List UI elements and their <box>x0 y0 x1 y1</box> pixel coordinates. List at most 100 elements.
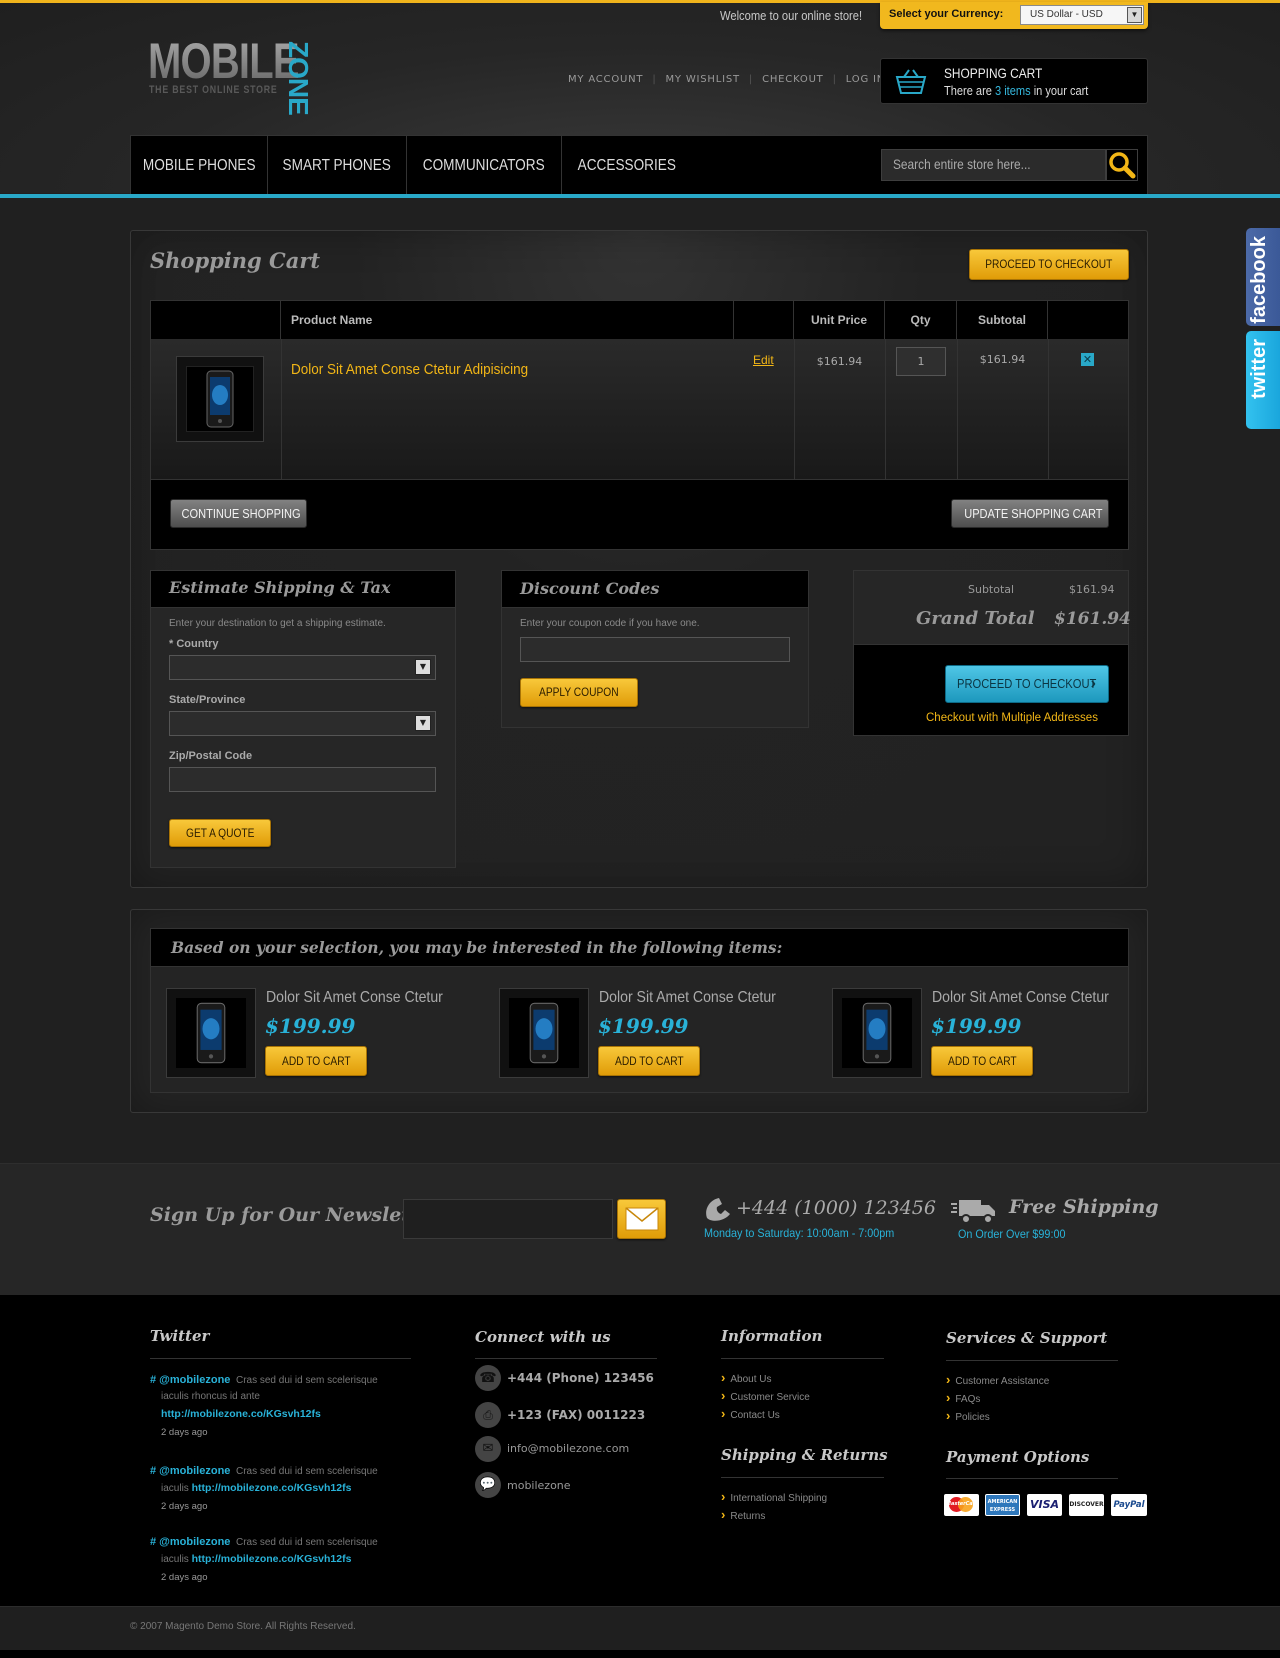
product-price: $199.99 <box>598 1014 689 1038</box>
nav-smart-phones[interactable]: SMART PHONES <box>268 136 407 196</box>
cart-count[interactable]: 3 items <box>995 83 1031 98</box>
mini-cart[interactable]: SHOPPING CART There are 3 items in your … <box>880 58 1148 104</box>
tweet-handle[interactable]: # @mobilezone <box>150 1536 230 1548</box>
logo-text: MOBILE <box>148 33 300 89</box>
product-name-link[interactable]: Dolor Sit Amet Conse Ctetur Adipisicing <box>291 361 528 378</box>
crosssell-item: Dolor Sit Amet Conse Ctetur $199.99 ADD … <box>832 988 1127 1078</box>
tweet-text: Cras sed dui id sem scelerisque <box>235 1466 378 1477</box>
chevron-right-icon: › <box>1090 675 1096 692</box>
connect-title: Connect with us <box>475 1328 611 1346</box>
tweet-time: 2 days ago <box>161 1427 208 1438</box>
product-image[interactable] <box>166 988 256 1078</box>
footer-divider <box>946 1478 1118 1479</box>
tweet-time: 2 days ago <box>161 1572 208 1583</box>
opening-hours: Monday to Saturday: 10:00am - 7:00pm <box>704 1226 895 1240</box>
tweet-text: Cras sed dui id sem scelerisque <box>235 1375 378 1386</box>
add-to-cart-button[interactable]: ADD TO CART <box>265 1046 367 1076</box>
tweet-text-continued: iaculis <box>161 1483 189 1494</box>
currency-select[interactable]: US Dollar - USD ▼ <box>1020 5 1144 25</box>
footer-link-international-shipping[interactable]: International Shipping <box>721 1489 827 1504</box>
email-address[interactable]: info@mobilezone.com <box>507 1442 629 1455</box>
coupon-input[interactable] <box>520 637 790 662</box>
skype-name[interactable]: mobilezone <box>507 1479 571 1492</box>
search-button[interactable] <box>1106 149 1138 181</box>
facebook-tab[interactable]: facebook <box>1246 228 1280 326</box>
tweet-handle[interactable]: # @mobilezone <box>150 1374 230 1386</box>
proceed-checkout-button[interactable]: PROCEED TO CHECKOUT › <box>945 665 1109 703</box>
footer-link-customer-service[interactable]: Customer Service <box>721 1388 809 1403</box>
footer-link-faqs[interactable]: FAQs <box>946 1390 980 1405</box>
free-shipping-subtitle: On Order Over $99:00 <box>958 1227 1066 1241</box>
add-to-cart-button[interactable]: ADD TO CART <box>931 1046 1033 1076</box>
continue-shopping-button[interactable]: CONTINUE SHOPPING <box>170 499 307 528</box>
cart-prefix: There are <box>944 83 992 98</box>
shipping-title: Estimate Shipping & Tax <box>169 578 391 597</box>
proceed-checkout-top-button[interactable]: PROCEED TO CHECKOUT <box>969 249 1129 280</box>
tweet-link[interactable]: http://mobilezone.co/KGsvh12fs <box>161 1408 420 1420</box>
crosssell-item: Dolor Sit Amet Conse Ctetur $199.99 ADD … <box>499 988 809 1078</box>
product-name[interactable]: Dolor Sit Amet Conse Ctetur <box>266 989 443 1007</box>
footer-divider <box>721 1358 884 1359</box>
state-select[interactable]: ▼ <box>169 711 436 736</box>
cart-title: SHOPPING CART <box>944 65 1043 81</box>
country-select[interactable]: ▼ <box>169 655 436 680</box>
multi-address-link[interactable]: Checkout with Multiple Addresses <box>926 712 1098 724</box>
payment-title: Payment Options <box>946 1448 1090 1466</box>
search-input[interactable]: Search entire store here... <box>881 149 1106 181</box>
update-cart-button[interactable]: UPDATE SHOPPING CART <box>951 499 1109 528</box>
my-wishlist-link[interactable]: MY WISHLIST <box>666 74 740 85</box>
footer-link-customer-assistance[interactable]: Customer Assistance <box>946 1372 1049 1387</box>
footer-link-returns[interactable]: Returns <box>721 1507 765 1522</box>
product-name[interactable]: Dolor Sit Amet Conse Ctetur <box>932 989 1109 1007</box>
column-divider <box>1048 339 1049 479</box>
product-image[interactable] <box>499 988 589 1078</box>
column-divider <box>281 339 282 479</box>
truck-icon <box>951 1200 995 1224</box>
remove-item-button[interactable]: ✕ <box>1081 353 1094 366</box>
chevron-down-icon: ▼ <box>415 715 431 731</box>
get-quote-button[interactable]: GET A QUOTE <box>169 819 271 847</box>
product-name[interactable]: Dolor Sit Amet Conse Ctetur <box>599 989 776 1007</box>
free-shipping-title: Free Shipping <box>1009 1196 1159 1218</box>
welcome-message: Welcome to our online store! <box>720 8 863 23</box>
twitter-tab[interactable]: twitter <box>1246 331 1280 429</box>
chevron-down-icon: ▼ <box>415 659 431 675</box>
edit-link[interactable]: Edit <box>753 353 774 367</box>
page-title: Shopping Cart <box>150 248 321 273</box>
nav-mobile-phones[interactable]: MOBILE PHONES <box>131 136 268 196</box>
shipping-returns-title: Shipping & Returns <box>721 1446 888 1464</box>
information-title: Information <box>721 1327 823 1345</box>
qty-input[interactable]: 1 <box>896 347 946 376</box>
nav-accessories[interactable]: ACCESSORIES <box>562 136 692 196</box>
subtotal-value: $161.94 <box>979 353 1026 366</box>
newsletter-email-input[interactable] <box>403 1199 613 1239</box>
tweet-time: 2 days ago <box>161 1501 208 1512</box>
product-image[interactable] <box>832 988 922 1078</box>
discover-icon: DISCOVER <box>1069 1494 1104 1516</box>
twitter-title: Twitter <box>150 1327 210 1345</box>
zip-input[interactable] <box>169 767 436 792</box>
footer-link-policies[interactable]: Policies <box>946 1408 989 1423</box>
newsletter-subscribe-button[interactable] <box>617 1199 666 1239</box>
logo-tagline: THE BEST ONLINE STORE <box>149 84 278 96</box>
tweet-link[interactable]: http://mobilezone.co/KGsvh12fs <box>192 1482 352 1494</box>
tweet-text-continued: iaculis <box>161 1554 189 1565</box>
footer-divider <box>946 1360 1118 1361</box>
add-to-cart-button[interactable]: ADD TO CART <box>598 1046 700 1076</box>
column-header-remove <box>1048 301 1128 339</box>
footer-link-about-us[interactable]: About Us <box>721 1370 771 1385</box>
chevron-down-icon[interactable]: ▼ <box>1127 7 1142 23</box>
envelope-icon <box>625 1207 658 1231</box>
cart-suffix: in your cart <box>1033 83 1089 98</box>
tweet-link[interactable]: http://mobilezone.co/KGsvh12fs <box>192 1553 352 1565</box>
tweet-handle[interactable]: # @mobilezone <box>150 1465 230 1477</box>
product-image[interactable] <box>176 356 264 442</box>
discount-title: Discount Codes <box>520 579 660 598</box>
apply-coupon-button[interactable]: APPLY COUPON <box>520 678 638 707</box>
my-account-link[interactable]: MY ACCOUNT <box>568 74 643 85</box>
basket-icon <box>895 69 927 94</box>
checkout-link[interactable]: CHECKOUT <box>762 74 824 85</box>
phone-icon <box>206 370 234 428</box>
footer-link-contact-us[interactable]: Contact Us <box>721 1406 779 1421</box>
nav-communicators[interactable]: COMMUNICATORS <box>407 136 562 196</box>
